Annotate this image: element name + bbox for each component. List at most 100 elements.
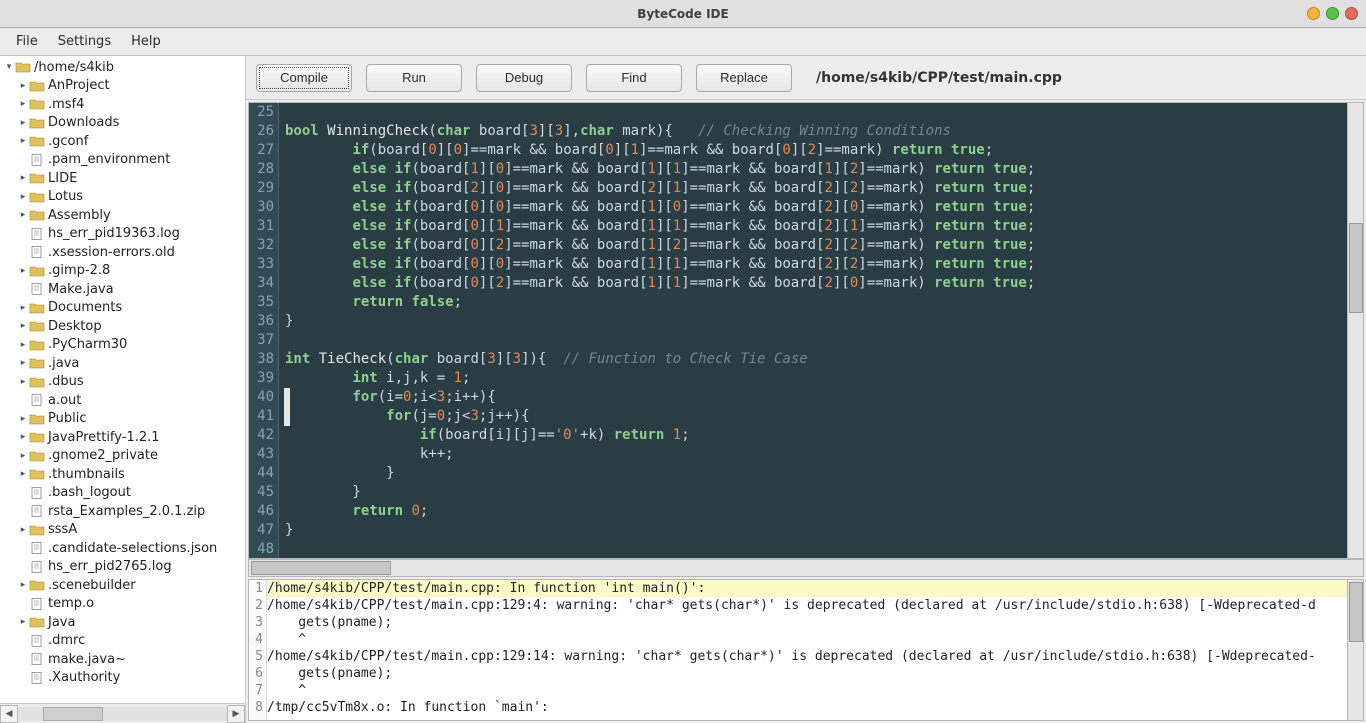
sidebar-hscrollbar[interactable]: ◀ ▶	[0, 703, 245, 723]
tree-item[interactable]: .pam_environment	[4, 151, 245, 170]
tree-item[interactable]: ▸Java	[4, 613, 245, 632]
code-line[interactable]: return false;	[285, 293, 1347, 312]
expander-closed-icon[interactable]: ▸	[18, 377, 28, 387]
compile-button[interactable]: Compile	[256, 64, 352, 92]
expander-closed-icon[interactable]: ▸	[18, 617, 28, 627]
output-console[interactable]: 12345678 /home/s4kib/CPP/test/main.cpp: …	[248, 579, 1364, 721]
tree-item[interactable]: ▸Public	[4, 410, 245, 429]
expander-closed-icon[interactable]: ▸	[18, 340, 28, 350]
expander-closed-icon[interactable]: ▸	[18, 451, 28, 461]
fold-marker-icon[interactable]	[284, 388, 290, 407]
code-line[interactable]: }	[285, 464, 1347, 483]
expander-closed-icon[interactable]: ▸	[18, 580, 28, 590]
expander-closed-icon[interactable]: ▸	[18, 173, 28, 183]
tree-item[interactable]: ▸Downloads	[4, 114, 245, 133]
code-line[interactable]: for(j=0;j<3;j++){	[285, 407, 1347, 426]
tree-item[interactable]: hs_err_pid19363.log	[4, 225, 245, 244]
expander-open-icon[interactable]: ▾	[4, 62, 14, 72]
tree-item[interactable]: ▸AnProject	[4, 77, 245, 96]
scroll-thumb[interactable]	[43, 707, 103, 721]
console-line[interactable]: /home/s4kib/CPP/test/main.cpp: In functi…	[267, 580, 1347, 597]
code-line[interactable]: int i,j,k = 1;	[285, 369, 1347, 388]
tree-item[interactable]: ▸.PyCharm30	[4, 336, 245, 355]
menu-settings[interactable]: Settings	[48, 30, 121, 53]
code-line[interactable]: k++;	[285, 445, 1347, 464]
tree-item[interactable]: ▾/home/s4kib	[4, 58, 245, 77]
tree-item[interactable]: temp.o	[4, 595, 245, 614]
tree-item[interactable]: Make.java	[4, 280, 245, 299]
console-line[interactable]: /home/s4kib/CPP/test/main.cpp:129:4: war…	[267, 597, 1347, 614]
code-content[interactable]: bool WinningCheck(char board[3][3],char …	[279, 103, 1347, 558]
menu-help[interactable]: Help	[121, 30, 171, 53]
tree-item[interactable]: ▸.java	[4, 354, 245, 373]
code-line[interactable]: else if(board[2][0]==mark && board[2][1]…	[285, 179, 1347, 198]
code-line[interactable]: else if(board[1][0]==mark && board[1][1]…	[285, 160, 1347, 179]
expander-closed-icon[interactable]: ▸	[18, 414, 28, 424]
menu-file[interactable]: File	[6, 30, 48, 53]
expander-closed-icon[interactable]: ▸	[18, 525, 28, 535]
code-line[interactable]: else if(board[0][0]==mark && board[1][0]…	[285, 198, 1347, 217]
expander-closed-icon[interactable]: ▸	[18, 358, 28, 368]
code-line[interactable]	[285, 103, 1347, 122]
editor-hscroll-thumb[interactable]	[251, 561, 391, 575]
tree-item[interactable]: rsta_Examples_2.0.1.zip	[4, 502, 245, 521]
tree-item[interactable]: ▸.gnome2_private	[4, 447, 245, 466]
code-line[interactable]: return 0;	[285, 502, 1347, 521]
console-line[interactable]: gets(pname);	[267, 665, 1347, 682]
code-line[interactable]	[285, 540, 1347, 558]
code-line[interactable]: else if(board[0][0]==mark && board[1][1]…	[285, 255, 1347, 274]
editor-vscroll-thumb[interactable]	[1349, 223, 1363, 313]
minimize-icon[interactable]	[1307, 7, 1320, 20]
find-button[interactable]: Find	[586, 64, 682, 92]
tree-item[interactable]: ▸sssA	[4, 521, 245, 540]
tree-item[interactable]: ▸Documents	[4, 299, 245, 318]
replace-button[interactable]: Replace	[696, 64, 792, 92]
tree-item[interactable]: ▸.dbus	[4, 373, 245, 392]
console-line[interactable]: ^	[267, 631, 1347, 648]
tree-item[interactable]: ▸.scenebuilder	[4, 576, 245, 595]
console-line[interactable]: ^	[267, 682, 1347, 699]
expander-closed-icon[interactable]: ▸	[18, 210, 28, 220]
code-line[interactable]: else if(board[0][1]==mark && board[1][1]…	[285, 217, 1347, 236]
code-line[interactable]: }	[285, 483, 1347, 502]
code-line[interactable]: else if(board[0][2]==mark && board[1][2]…	[285, 236, 1347, 255]
tree-item[interactable]: ▸.msf4	[4, 95, 245, 114]
expander-closed-icon[interactable]: ▸	[18, 432, 28, 442]
editor-hscrollbar[interactable]	[248, 559, 1364, 577]
tree-item[interactable]: .xsession-errors.old	[4, 243, 245, 262]
tree-item[interactable]: make.java~	[4, 650, 245, 669]
scroll-track[interactable]	[18, 707, 227, 721]
expander-closed-icon[interactable]: ▸	[18, 81, 28, 91]
tree-item[interactable]: ▸Lotus	[4, 188, 245, 207]
file-tree[interactable]: ▾/home/s4kib▸AnProject▸.msf4▸Downloads ▸.…	[0, 56, 245, 703]
tree-item[interactable]: ▸LIDE	[4, 169, 245, 188]
expander-closed-icon[interactable]: ▸	[18, 192, 28, 202]
expander-closed-icon[interactable]: ▸	[18, 321, 28, 331]
debug-button[interactable]: Debug	[476, 64, 572, 92]
tree-item[interactable]: .Xauthority	[4, 669, 245, 688]
code-line[interactable]: if(board[0][0]==mark && board[0][1]==mar…	[285, 141, 1347, 160]
scroll-right-icon[interactable]: ▶	[227, 705, 245, 723]
tree-item[interactable]: ▸JavaPrettify-1.2.1	[4, 428, 245, 447]
expander-closed-icon[interactable]: ▸	[18, 136, 28, 146]
tree-item[interactable]: a.out	[4, 391, 245, 410]
tree-item[interactable]: .dmrc	[4, 632, 245, 651]
close-icon[interactable]	[1345, 7, 1358, 20]
tree-item[interactable]: hs_err_pid2765.log	[4, 558, 245, 577]
code-line[interactable]: }	[285, 312, 1347, 331]
code-line[interactable]: bool WinningCheck(char board[3][3],char …	[285, 122, 1347, 141]
code-line[interactable]: int TieCheck(char board[3][3]){ // Funct…	[285, 350, 1347, 369]
tree-item[interactable]: ▸.thumbnails	[4, 465, 245, 484]
code-line[interactable]: else if(board[0][2]==mark && board[1][1]…	[285, 274, 1347, 293]
tree-item[interactable]: ▸Assembly	[4, 206, 245, 225]
console-vscroll-thumb[interactable]	[1349, 582, 1363, 642]
console-line[interactable]: /tmp/cc5vTm8x.o: In function `main':	[267, 699, 1347, 716]
console-vscrollbar[interactable]	[1347, 580, 1363, 720]
scroll-left-icon[interactable]: ◀	[0, 705, 18, 723]
tree-item[interactable]: .candidate-selections.json	[4, 539, 245, 558]
expander-closed-icon[interactable]: ▸	[18, 303, 28, 313]
code-line[interactable]: }	[285, 521, 1347, 540]
tree-item[interactable]: .bash_logout	[4, 484, 245, 503]
code-line[interactable]: for(i=0;i<3;i++){	[285, 388, 1347, 407]
expander-closed-icon[interactable]: ▸	[18, 99, 28, 109]
